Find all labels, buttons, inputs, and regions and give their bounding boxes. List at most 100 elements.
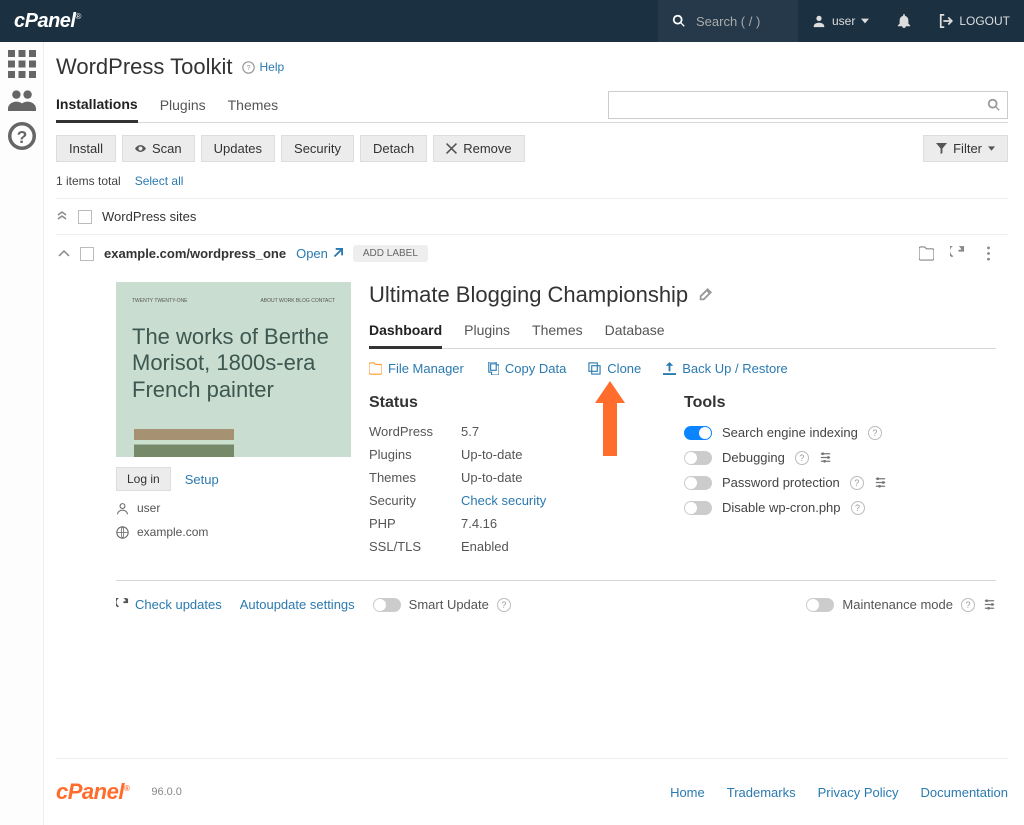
logout-label: LOGOUT: [959, 14, 1010, 28]
status-title: Status: [369, 394, 654, 412]
rail-apps-icon[interactable]: [8, 50, 36, 78]
site-screenshot[interactable]: TWENTY TWENTY-ONEABOUT WORK BLOG CONTACT…: [116, 282, 351, 457]
search-icon: [987, 98, 1001, 112]
tab-themes[interactable]: Themes: [228, 89, 279, 121]
user-icon: [812, 14, 826, 28]
x-icon: [446, 143, 457, 154]
thumb-headline: The works of Berthe Morisot, 1800s-era F…: [132, 324, 335, 403]
subtab-themes[interactable]: Themes: [532, 316, 583, 348]
help-icon[interactable]: ?: [497, 598, 511, 612]
notifications-button[interactable]: [883, 0, 925, 42]
caret-down-icon: [988, 143, 995, 154]
help-icon[interactable]: ?: [850, 476, 864, 490]
filter-button[interactable]: Filter: [923, 135, 1008, 162]
refresh-icon[interactable]: [950, 246, 965, 261]
bell-icon: [897, 14, 911, 28]
topbar-search-placeholder: Search ( / ): [696, 14, 760, 29]
settings-icon[interactable]: [874, 476, 887, 489]
footer-home-link[interactable]: Home: [670, 785, 705, 800]
rail-users-icon[interactable]: [8, 86, 36, 114]
user-menu[interactable]: user: [798, 0, 883, 42]
help-link[interactable]: ? Help: [242, 60, 284, 74]
site-name: example.com/wordpress_one: [104, 246, 286, 261]
footer-docs-link[interactable]: Documentation: [921, 785, 1008, 800]
settings-icon[interactable]: [983, 598, 996, 611]
footer-version: 96.0.0: [151, 786, 182, 798]
backup-restore-link[interactable]: Back Up / Restore: [663, 361, 788, 376]
logout-button[interactable]: LOGOUT: [925, 0, 1024, 42]
remove-button[interactable]: Remove: [433, 135, 524, 162]
footer-privacy-link[interactable]: Privacy Policy: [818, 785, 899, 800]
topbar-search[interactable]: Search ( / ): [658, 0, 798, 42]
add-label-button[interactable]: ADD LABEL: [353, 245, 428, 262]
help-icon[interactable]: ?: [868, 426, 882, 440]
open-site-link[interactable]: Open: [296, 246, 343, 261]
user-label: user: [832, 14, 855, 28]
folder-icon[interactable]: [919, 246, 934, 261]
toggle-debugging[interactable]: [684, 451, 712, 465]
clone-link[interactable]: Clone: [588, 361, 641, 376]
user-icon: [116, 502, 129, 515]
page-title: WordPress Toolkit: [56, 54, 232, 80]
help-icon[interactable]: ?: [961, 598, 975, 612]
collapse-all-icon[interactable]: [56, 211, 68, 223]
filter-icon: [936, 143, 947, 154]
settings-icon[interactable]: [819, 451, 832, 464]
globe-icon: [116, 526, 129, 539]
footer-brand: cPanel: [56, 779, 129, 805]
kebab-icon[interactable]: [981, 246, 996, 261]
items-total-label: 1 items total: [56, 174, 121, 188]
file-manager-link[interactable]: File Manager: [369, 361, 464, 376]
help-icon[interactable]: ?: [851, 501, 865, 515]
question-circle-icon: ?: [242, 61, 255, 74]
tools-title: Tools: [684, 394, 887, 412]
toggle-password-protection[interactable]: [684, 476, 712, 490]
tab-plugins[interactable]: Plugins: [160, 89, 206, 121]
collapse-icon[interactable]: [58, 248, 70, 260]
subtab-plugins[interactable]: Plugins: [464, 316, 510, 348]
logout-icon: [939, 14, 953, 28]
page-search[interactable]: [608, 91, 1008, 119]
detach-button[interactable]: Detach: [360, 135, 427, 162]
site-checkbox[interactable]: [80, 247, 94, 261]
scan-button[interactable]: Scan: [122, 135, 195, 162]
toggle-maintenance[interactable]: [806, 598, 834, 612]
select-all-checkbox[interactable]: [78, 210, 92, 224]
backup-icon: [663, 362, 676, 375]
updates-button[interactable]: Updates: [201, 135, 275, 162]
autoupdate-settings-link[interactable]: Autoupdate settings: [240, 597, 355, 612]
toggle-search-indexing[interactable]: [684, 426, 712, 440]
group-title: WordPress sites: [102, 209, 1008, 224]
page-search-input[interactable]: [609, 98, 987, 113]
rail-help-icon[interactable]: ?: [8, 122, 36, 150]
eye-icon: [135, 143, 146, 154]
select-all-link[interactable]: Select all: [135, 174, 184, 188]
help-icon[interactable]: ?: [795, 451, 809, 465]
copy-icon: [486, 362, 499, 375]
footer-trademarks-link[interactable]: Trademarks: [727, 785, 796, 800]
refresh-icon: [116, 598, 129, 611]
caret-down-icon: [861, 17, 869, 25]
tab-installations[interactable]: Installations: [56, 88, 138, 123]
brand-logo[interactable]: cPanel: [0, 10, 95, 33]
detail-title: Ultimate Blogging Championship: [369, 282, 688, 308]
check-updates-link[interactable]: Check updates: [116, 597, 222, 612]
toggle-disable-cron[interactable]: [684, 501, 712, 515]
site-user: user: [137, 501, 160, 515]
search-icon: [672, 14, 686, 28]
subtab-database[interactable]: Database: [605, 316, 665, 348]
site-domain: example.com: [137, 525, 208, 539]
login-button[interactable]: Log in: [116, 467, 171, 491]
check-security-link[interactable]: Check security: [461, 493, 546, 508]
svg-text:?: ?: [16, 127, 27, 147]
copy-data-link[interactable]: Copy Data: [486, 361, 566, 376]
install-button[interactable]: Install: [56, 135, 116, 162]
clone-icon: [588, 362, 601, 375]
edit-icon[interactable]: [698, 288, 712, 302]
security-button[interactable]: Security: [281, 135, 354, 162]
subtab-dashboard[interactable]: Dashboard: [369, 316, 442, 349]
setup-link[interactable]: Setup: [185, 472, 219, 487]
toggle-smart-update[interactable]: [373, 598, 401, 612]
svg-text:?: ?: [247, 62, 251, 71]
folder-icon: [369, 362, 382, 375]
